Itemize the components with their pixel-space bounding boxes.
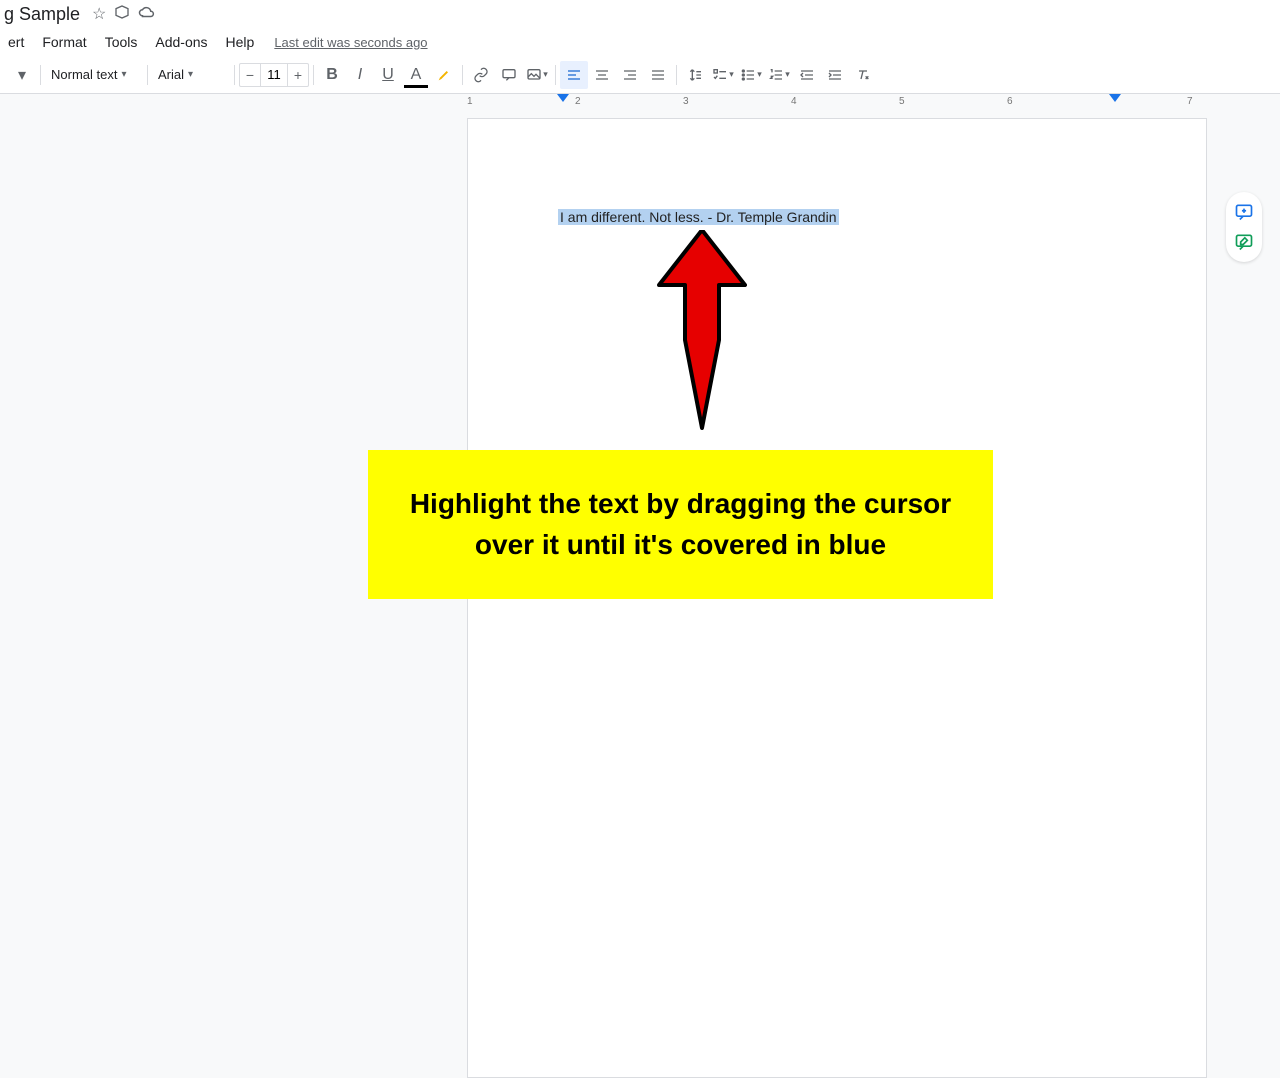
bulleted-list-button[interactable]: ▾	[737, 61, 765, 89]
selected-text[interactable]: I am different. Not less. - Dr. Temple G…	[558, 209, 839, 225]
insert-link-button[interactable]	[467, 61, 495, 89]
align-left-button[interactable]	[560, 61, 588, 89]
font-size-group: − 11 +	[239, 63, 309, 87]
ruler-number: 4	[791, 96, 797, 107]
ruler-number: 3	[683, 96, 689, 107]
font-size-increase[interactable]: +	[288, 64, 308, 86]
annotation-callout: Highlight the text by dragging the curso…	[368, 450, 993, 599]
add-comment-icon[interactable]	[1232, 200, 1256, 224]
font-select[interactable]: Arial	[152, 63, 230, 87]
ruler-number: 6	[1007, 96, 1013, 107]
menu-insert[interactable]: ert	[0, 30, 32, 54]
ruler-number: 2	[575, 96, 581, 107]
highlight-color-button[interactable]	[430, 61, 458, 89]
separator	[462, 65, 463, 85]
separator	[313, 65, 314, 85]
text-color-button[interactable]: A	[402, 61, 430, 89]
insert-image-button[interactable]: ▾	[523, 61, 551, 89]
menu-addons[interactable]: Add-ons	[147, 30, 215, 54]
move-icon[interactable]	[114, 4, 130, 25]
separator	[147, 65, 148, 85]
paragraph-style-select[interactable]: Normal text	[45, 63, 143, 87]
menu-bar: ert Format Tools Add-ons Help Last edit …	[0, 28, 1280, 56]
clear-formatting-button[interactable]	[849, 61, 877, 89]
menu-help[interactable]: Help	[218, 30, 263, 54]
increase-indent-button[interactable]	[821, 61, 849, 89]
italic-button[interactable]: I	[346, 61, 374, 89]
cloud-icon[interactable]	[138, 5, 156, 24]
menu-format[interactable]: Format	[34, 30, 94, 54]
separator	[676, 65, 677, 85]
ruler-number: 1	[467, 96, 473, 107]
numbered-list-button[interactable]: ▾	[765, 61, 793, 89]
title-bar: g Sample ☆	[0, 0, 1280, 28]
suggest-edits-icon[interactable]	[1232, 230, 1256, 254]
insert-comment-button[interactable]	[495, 61, 523, 89]
ruler[interactable]: 1 2 3 4 5 6 7	[0, 94, 1280, 112]
font-size-value[interactable]: 11	[260, 64, 288, 86]
decrease-indent-button[interactable]	[793, 61, 821, 89]
last-edit-link[interactable]: Last edit was seconds ago	[274, 35, 427, 50]
separator	[555, 65, 556, 85]
side-panel	[1226, 192, 1262, 262]
font-size-decrease[interactable]: −	[240, 64, 260, 86]
document-title[interactable]: g Sample	[0, 4, 84, 25]
bold-button[interactable]: B	[318, 61, 346, 89]
align-justify-button[interactable]	[644, 61, 672, 89]
separator	[234, 65, 235, 85]
separator	[40, 65, 41, 85]
align-center-button[interactable]	[588, 61, 616, 89]
checklist-button[interactable]: ▾	[709, 61, 737, 89]
annotation-arrow	[657, 230, 747, 435]
star-icon[interactable]: ☆	[92, 4, 106, 24]
align-right-button[interactable]	[616, 61, 644, 89]
ruler-indent-marker[interactable]	[557, 94, 569, 106]
underline-button[interactable]: U	[374, 61, 402, 89]
document-canvas: I am different. Not less. - Dr. Temple G…	[0, 112, 1280, 720]
ruler-number: 7	[1187, 96, 1193, 107]
line-spacing-button[interactable]	[681, 61, 709, 89]
menu-tools[interactable]: Tools	[97, 30, 146, 54]
more-dropdown[interactable]: ▾	[8, 61, 36, 89]
ruler-number: 5	[899, 96, 905, 107]
toolbar: ▾ Normal text Arial − 11 + B I U A ▾ ▾	[0, 56, 1280, 94]
